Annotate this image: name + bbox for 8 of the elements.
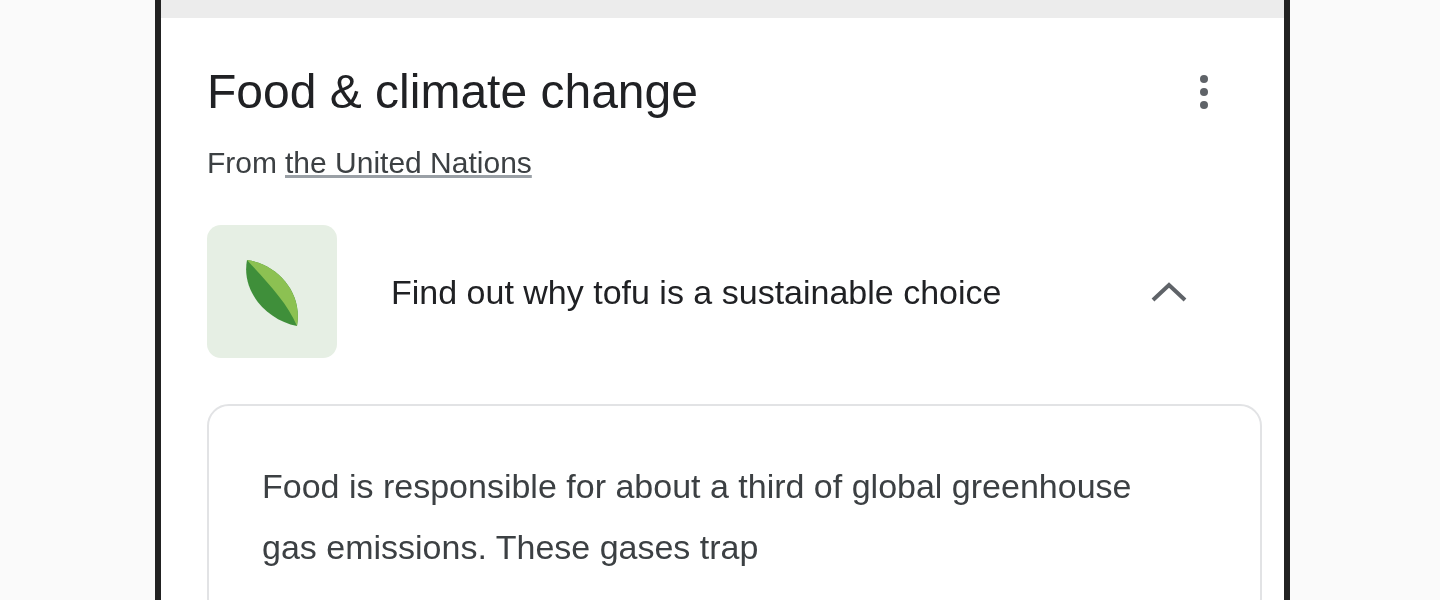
- card-title: Food & climate change: [207, 64, 698, 120]
- answer-text: Food is responsible for about a third of global greenhouse gas emissions. These gases trap: [262, 466, 1133, 568]
- question-row[interactable]: Find out why tofu is a sustainable choice: [207, 225, 1239, 358]
- more-options-icon[interactable]: [1199, 72, 1209, 112]
- question-text: Find out why tofu is a sustainable choice: [391, 271, 1003, 313]
- source-link[interactable]: the United Nations: [285, 146, 532, 180]
- leaf-icon: [207, 225, 337, 358]
- source-label: From: [207, 146, 277, 180]
